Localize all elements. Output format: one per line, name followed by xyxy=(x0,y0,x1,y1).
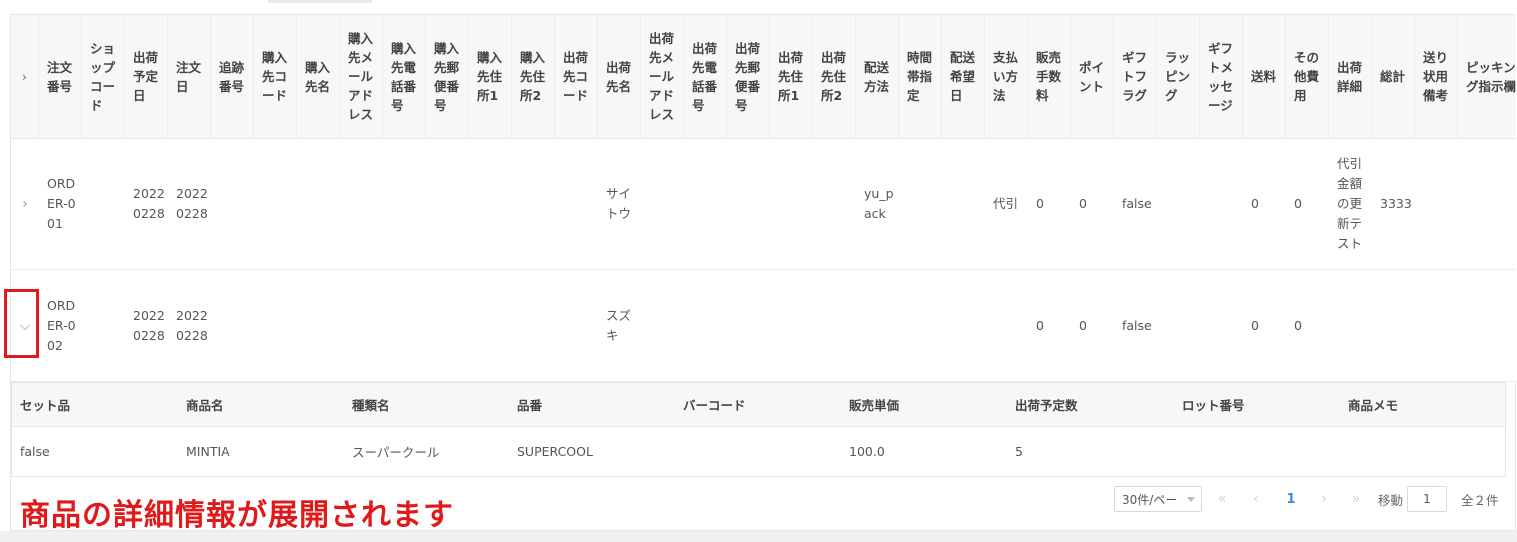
col-gift-message: ギフトメッセージ xyxy=(1200,15,1243,138)
col-payment-method: 支払い方法 xyxy=(985,15,1028,138)
payment-method: 代引 xyxy=(993,196,1019,211)
col-other-fees: その他費用 xyxy=(1286,15,1329,138)
gift-flag: false xyxy=(1122,196,1152,211)
highlight-box xyxy=(4,289,39,358)
other-fees: 0 xyxy=(1294,196,1302,211)
sub-col-lot-no: ロット番号 xyxy=(1182,398,1245,413)
ship-name: スズキ xyxy=(606,307,632,343)
product-detail-header: セット品 商品名 種類名 品番 バーコード 販売単価 出荷予定数 ロット番号 商… xyxy=(12,383,1505,427)
expand-all-icon[interactable]: › xyxy=(11,15,39,138)
col-sales-fee: 販売手数料 xyxy=(1028,15,1071,138)
col-gift-flag: ギフトフラグ xyxy=(1114,15,1157,138)
sub-col-ship-qty: 出荷予定数 xyxy=(1015,398,1078,413)
col-shop-code: ショップコード xyxy=(82,15,125,138)
points: 0 xyxy=(1079,196,1087,211)
top-bar-fragment xyxy=(268,0,372,3)
total-count: 全２件 xyxy=(1461,492,1499,508)
sub-sku: SUPERCOOL xyxy=(517,443,593,459)
ship-date: 20220228 xyxy=(133,307,165,343)
sub-col-product-memo: 商品メモ xyxy=(1348,398,1399,413)
col-ship-address1: 出荷先住所1 xyxy=(770,15,813,138)
table-row[interactable]: › ORDER-001 20220228 20220228 サイトウ yu_pa… xyxy=(11,139,1516,270)
sub-col-product-name: 商品名 xyxy=(186,398,224,413)
col-buyer-code: 購入先コード xyxy=(254,15,297,138)
col-total: 総計 xyxy=(1372,15,1415,138)
ship-name: サイトウ xyxy=(606,186,632,221)
chevron-right-icon[interactable]: › xyxy=(1316,486,1332,512)
col-buyer-email: 購入先メールアドレス xyxy=(340,15,383,138)
col-ship-detail: 出荷詳細 xyxy=(1329,15,1372,138)
col-tracking-no: 追跡番号 xyxy=(211,15,254,138)
sub-product-name: MINTIA xyxy=(186,443,230,459)
sub-col-barcode: バーコード xyxy=(683,398,746,413)
col-buyer-address1: 購入先住所1 xyxy=(469,15,512,138)
order-date: 20220228 xyxy=(176,307,208,343)
sub-variant-name: スーパークール xyxy=(352,444,440,460)
col-invoice-note: 送り状用備考 xyxy=(1415,15,1458,138)
table-header: › 注文番号 ショップコード 出荷予定日 注文日 追跡番号 購入先コード 購入先… xyxy=(11,15,1516,139)
col-shipping-fee: 送料 xyxy=(1243,15,1286,138)
col-delivery-date: 配送希望日 xyxy=(942,15,985,138)
chevron-right-icon[interactable]: › xyxy=(11,139,39,269)
footer-bar xyxy=(0,531,1517,542)
col-buyer-phone: 購入先電話番号 xyxy=(383,15,426,138)
col-ship-code: 出荷先コード xyxy=(555,15,598,138)
annotation-caption: 商品の詳細情報が展開されます xyxy=(20,498,454,533)
sub-set-item: false xyxy=(20,443,50,459)
caret-down-icon xyxy=(1187,497,1195,502)
order-no: ORDER-002 xyxy=(47,297,76,353)
page-size-select[interactable]: 30件/ペー xyxy=(1114,486,1202,512)
page-size-value: 30件/ペー xyxy=(1122,492,1178,507)
sub-unit-price: 100.0 xyxy=(849,443,885,459)
col-delivery-method: 配送方法 xyxy=(856,15,899,138)
order-no: ORDER-001 xyxy=(47,176,76,231)
shipping-fee: 0 xyxy=(1251,196,1259,211)
col-ship-address2: 出荷先住所2 xyxy=(813,15,856,138)
points: 0 xyxy=(1079,317,1087,333)
jump-label: 移動 xyxy=(1378,492,1404,508)
chevron-left-icon[interactable]: ‹ xyxy=(1248,486,1264,512)
page-number-current[interactable]: 1 xyxy=(1282,486,1300,512)
col-ship-name: 出荷先名 xyxy=(598,15,641,138)
shipping-fee: 0 xyxy=(1251,317,1259,333)
order-date: 20220228 xyxy=(176,186,208,221)
col-buyer-name: 購入先名 xyxy=(297,15,340,138)
other-fees: 0 xyxy=(1294,317,1302,333)
col-picking-instructions: ピッキング指示欄 xyxy=(1466,59,1517,94)
total: 3333 xyxy=(1380,196,1412,211)
col-buyer-address2: 購入先住所2 xyxy=(512,15,555,138)
product-detail-table: セット品 商品名 種類名 品番 バーコード 販売単価 出荷予定数 ロット番号 商… xyxy=(11,382,1506,477)
sub-col-unit-price: 販売単価 xyxy=(849,398,900,413)
table-row-expanded[interactable]: ⌵ ORDER-002 20220228 20220228 スズキ 0 0 fa… xyxy=(11,270,1516,382)
col-order-no: 注文番号 xyxy=(39,15,82,138)
sales-fee: 0 xyxy=(1036,317,1044,333)
sub-col-sku: 品番 xyxy=(517,398,543,413)
col-ship-email: 出荷先メールアドレス xyxy=(641,15,684,138)
double-chevron-left-icon[interactable]: « xyxy=(1214,486,1230,512)
col-time-slot: 時間帯指定 xyxy=(899,15,942,138)
col-buyer-zip: 購入先郵便番号 xyxy=(426,15,469,138)
jump-page-input[interactable]: 1 xyxy=(1407,486,1447,512)
sub-ship-qty: 5 xyxy=(1015,443,1023,459)
ship-date: 20220228 xyxy=(133,186,165,221)
col-order-date: 注文日 xyxy=(168,15,211,138)
delivery-method: yu_pack xyxy=(864,186,894,221)
col-wrapping: ラッピング xyxy=(1157,15,1200,138)
col-points: ポイント xyxy=(1071,15,1114,138)
ship-detail: 代引金額の更新テスト xyxy=(1337,156,1363,251)
col-ship-date: 出荷予定日 xyxy=(125,15,168,138)
sub-col-variant-name: 種類名 xyxy=(352,398,390,413)
col-ship-zip: 出荷先郵便番号 xyxy=(727,15,770,138)
double-chevron-right-icon[interactable]: » xyxy=(1348,486,1364,512)
gift-flag: false xyxy=(1122,317,1152,333)
col-ship-phone: 出荷先電話番号 xyxy=(684,15,727,138)
sales-fee: 0 xyxy=(1036,196,1044,211)
sub-col-set-item: セット品 xyxy=(20,398,71,413)
